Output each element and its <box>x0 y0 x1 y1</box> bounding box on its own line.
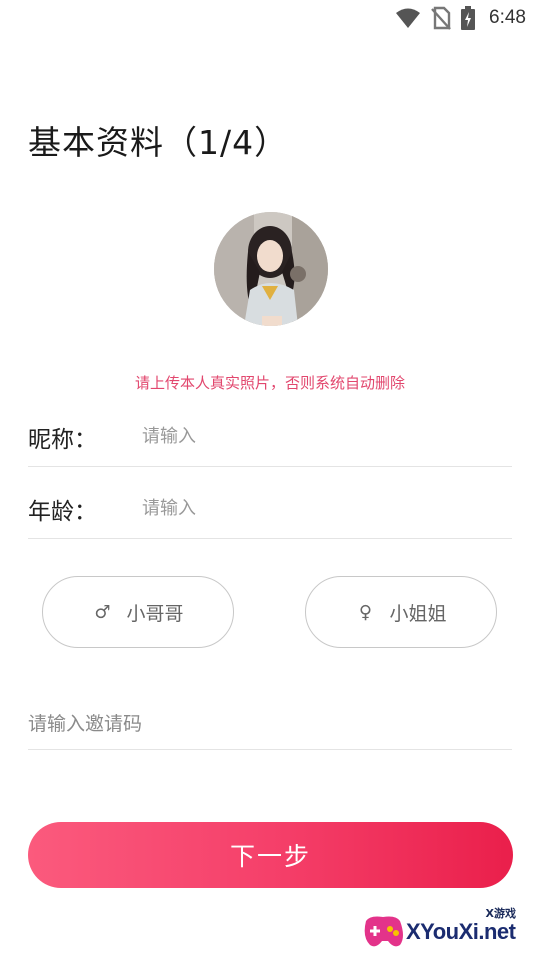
gamepad-logo-icon <box>364 916 403 947</box>
age-input[interactable] <box>142 490 512 526</box>
nickname-row: 昵称： <box>28 412 512 467</box>
gender-male-button[interactable]: ♂ 小哥哥 <box>42 576 234 648</box>
female-icon: ♀ <box>358 601 373 623</box>
invite-code-input[interactable] <box>28 706 512 742</box>
gender-male-label: 小哥哥 <box>126 602 184 625</box>
avatar[interactable] <box>214 212 328 326</box>
status-time: 6:48 <box>489 7 526 28</box>
invite-row <box>28 700 512 750</box>
male-icon: ♂ <box>94 601 111 623</box>
age-row: 年龄： <box>28 484 512 539</box>
avatar-hint: 请上传本人真实照片，否则系统自动删除 <box>134 374 405 392</box>
battery-charging-icon <box>461 6 476 30</box>
no-sim-icon <box>431 6 451 30</box>
gender-female-button[interactable]: ♀ 小姐姐 <box>305 576 497 648</box>
status-bar: 6:48 <box>0 0 540 36</box>
age-label: 年龄： <box>28 499 97 525</box>
nickname-label: 昵称： <box>28 427 97 453</box>
gender-female-label: 小姐姐 <box>389 602 447 625</box>
watermark: X游戏 XYouXi.net <box>360 905 530 955</box>
watermark-text: XYouXi.net <box>406 919 516 944</box>
next-button[interactable]: 下一步 <box>28 822 513 888</box>
page-title: 基本资料（1/4） <box>28 123 289 162</box>
wifi-icon <box>395 7 421 29</box>
nickname-input[interactable] <box>142 418 512 454</box>
